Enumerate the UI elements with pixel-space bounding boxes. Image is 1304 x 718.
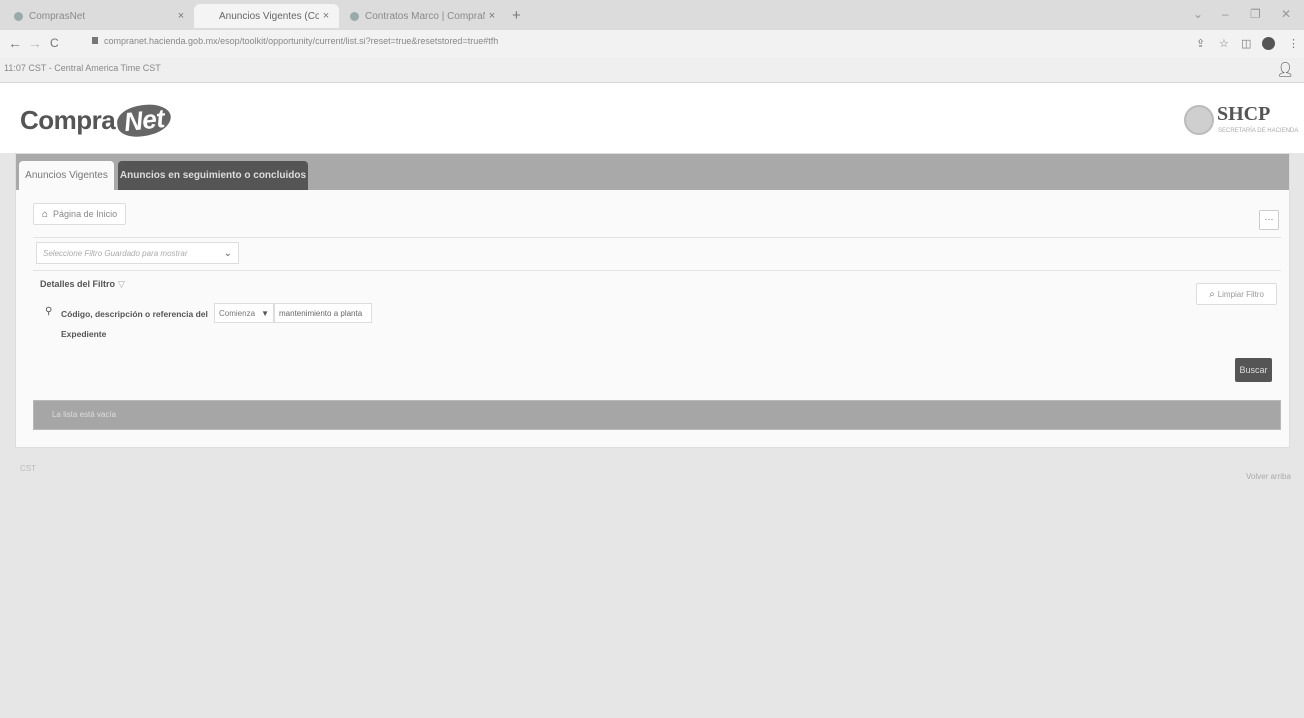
bookmark-star-icon[interactable]: ☆ — [1219, 37, 1229, 50]
back-icon[interactable]: ← — [8, 35, 22, 51]
home-page-button[interactable]: ⌂ Página de Inicio — [33, 203, 127, 225]
shcp-title: SHCP — [1217, 103, 1271, 125]
back-to-top-link[interactable]: Volver arriba — [1246, 472, 1291, 481]
search-button[interactable]: Buscar — [1235, 358, 1272, 382]
saved-filter-placeholder: Seleccione Filtro Guardado para mostrar — [43, 249, 188, 258]
filter-field-label: Código, descripción o referencia del Exp… — [61, 309, 208, 339]
favicon-icon — [204, 12, 213, 21]
session-info-bar: 11:07 CST - Central America Time CST 👤︎ — [0, 58, 1304, 83]
restore-icon[interactable]: ❐ — [1250, 7, 1261, 21]
tab-title: Anuncios Vigentes (CompraNet) — [219, 10, 319, 22]
user-icon[interactable]: 👤︎ — [1276, 61, 1294, 78]
tab-title: ComprasNet — [29, 10, 86, 22]
filter-value-input[interactable]: mantenimiento a planta — [274, 303, 372, 323]
clear-filter-button[interactable]: ⌕ Limpiar Filtro — [1196, 283, 1277, 305]
profile-avatar[interactable] — [1262, 37, 1275, 50]
more-options-button[interactable]: ··· — [1259, 210, 1279, 230]
forward-icon[interactable]: → — [28, 35, 42, 51]
compranet-logo[interactable]: Compra Net — [20, 102, 174, 139]
home-button-label: Página de Inicio — [53, 209, 118, 219]
address-bar: ← → C compranet.hacienda.gob.mx/esop/too… — [0, 30, 1304, 58]
tab-search-icon[interactable]: ⌄ — [1193, 7, 1203, 21]
filter-funnel-icon[interactable]: ⚲ — [45, 306, 52, 317]
timezone-text: 11:07 CST - Central America Time CST — [4, 63, 161, 73]
empty-list-message: La lista está vacía — [33, 400, 1281, 430]
filter-details-heading[interactable]: Detalles del Filtro ▽ — [40, 279, 125, 290]
tab-close-icon[interactable]: × — [174, 10, 188, 22]
clear-filter-icon: ⌕ — [1209, 288, 1215, 300]
new-tab-icon[interactable]: + — [512, 7, 521, 24]
tab-title: Contratos Marco | CompraNet — [365, 10, 485, 22]
chevron-down-icon: ▼ — [261, 309, 269, 318]
logo-net-badge: Net — [115, 102, 174, 139]
collapse-caret-icon: ▽ — [118, 279, 125, 289]
tab-close-icon[interactable]: × — [319, 10, 333, 22]
url-field[interactable]: compranet.hacienda.gob.mx/esop/toolkit/o… — [92, 36, 1182, 52]
reload-icon[interactable]: C — [50, 36, 59, 50]
url-text: compranet.hacienda.gob.mx/esop/toolkit/o… — [104, 36, 499, 46]
home-icon: ⌂ — [42, 208, 49, 220]
saved-filter-select[interactable]: Seleccione Filtro Guardado para mostrar … — [36, 242, 239, 264]
tab-anuncios-vigentes[interactable]: Anuncios Vigentes — [19, 161, 114, 190]
side-panel-icon[interactable]: ◫ — [1241, 37, 1251, 50]
favicon-icon — [14, 11, 23, 21]
chevron-down-icon: ⌄ — [223, 248, 232, 259]
filter-condition-value: Comienza — [219, 309, 256, 318]
logo-text: Compra — [20, 105, 116, 135]
saved-filter-row: Seleccione Filtro Guardado para mostrar … — [33, 237, 1281, 271]
page-tabs: Anuncios Vigentes Anuncios en seguimient… — [16, 154, 1289, 190]
shcp-subtitle: SECRETARÍA DE HACIENDA — [1218, 128, 1299, 134]
clear-filter-label: Limpiar Filtro — [1217, 289, 1264, 299]
close-window-icon[interactable]: ✕ — [1281, 7, 1291, 21]
site-header: Compra Net SHCP SECRETARÍA DE HACIENDA — [0, 83, 1304, 153]
share-icon[interactable]: ⇪ — [1196, 37, 1205, 50]
tab-close-icon[interactable]: × — [485, 10, 499, 22]
main-panel: Anuncios Vigentes Anuncios en seguimient… — [15, 153, 1290, 448]
browser-tab-bar: ComprasNet × Anuncios Vigentes (CompraNe… — [0, 0, 1304, 30]
browser-tab-contratos-marco[interactable]: Contratos Marco | CompraNet × — [340, 4, 505, 28]
browser-tab-anuncios-vigentes[interactable]: Anuncios Vigentes (CompraNet) × — [194, 4, 339, 28]
footer-left-text: CST — [20, 464, 36, 473]
browser-tab-compranet[interactable]: ComprasNet × — [4, 4, 194, 28]
seal-icon — [1184, 105, 1214, 135]
lock-icon — [92, 37, 98, 44]
favicon-icon — [350, 11, 359, 21]
tab-anuncios-seguimiento[interactable]: Anuncios en seguimiento o concluidos — [118, 161, 308, 190]
minimize-icon[interactable]: – — [1222, 7, 1229, 21]
browser-menu-icon[interactable]: ⋮ — [1288, 37, 1299, 50]
filter-condition-select[interactable]: Comienza ▼ — [214, 303, 274, 323]
filter-details-title: Detalles del Filtro — [40, 279, 116, 289]
